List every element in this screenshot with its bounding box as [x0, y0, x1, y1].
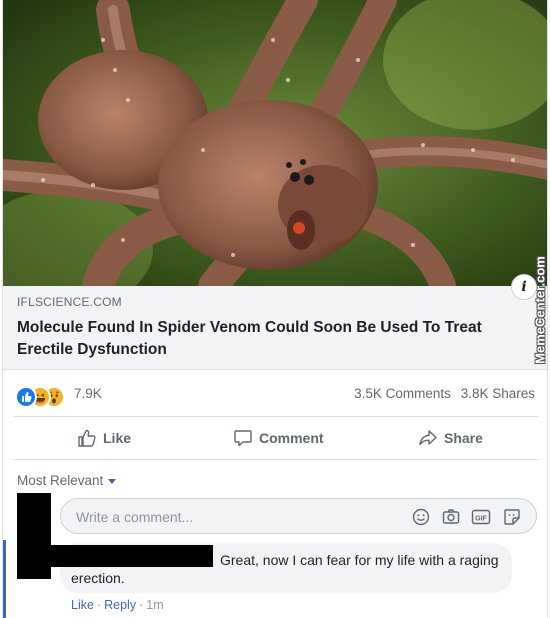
comment-input[interactable] — [74, 506, 398, 528]
sort-label: Most Relevant — [17, 473, 104, 488]
comment-text: Great, now I can fear for my life with a… — [71, 552, 499, 586]
like-label: Like — [103, 430, 132, 446]
comment-actions: Like · Reply · 1m — [71, 598, 164, 612]
link-headline[interactable]: Molecule Found In Spider Venom Could Soo… — [17, 317, 507, 361]
comment-timestamp[interactable]: 1m — [146, 598, 163, 612]
reactions-bar: 7.9K 3.5K Comments 3.8K Shares — [3, 370, 547, 416]
comment-input-box[interactable]: GIF — [60, 498, 537, 534]
article-image[interactable] — [3, 0, 547, 286]
reply-thread-rail — [3, 540, 6, 618]
action-bar: Like Comment Share — [13, 416, 539, 460]
camera-icon[interactable] — [441, 507, 461, 527]
info-icon[interactable]: i — [511, 274, 537, 300]
link-preview[interactable]: IFLSCIENCE.COM Molecule Found In Spider … — [3, 286, 547, 370]
like-button[interactable]: Like — [77, 417, 157, 459]
sticker-icon[interactable] — [502, 507, 522, 527]
gif-label: GIF — [475, 515, 487, 522]
engagement-counts: 3.5K Comments 3.8K Shares — [348, 386, 535, 401]
spider-photo — [3, 0, 547, 286]
caret-down-icon — [108, 478, 117, 484]
gif-icon[interactable]: GIF — [471, 507, 491, 527]
like-icon — [15, 386, 37, 408]
link-domain: IFLSCIENCE.COM — [17, 295, 122, 309]
comment-sort-dropdown[interactable]: Most Relevant — [17, 473, 117, 488]
share-button[interactable]: Share — [418, 417, 508, 459]
comment-like-link[interactable]: Like — [71, 598, 94, 612]
emoji-icon[interactable] — [411, 507, 431, 527]
comments-count[interactable]: 3.5K Comments — [354, 386, 451, 401]
shares-count[interactable]: 3.8K Shares — [461, 386, 535, 401]
comment-label: Comment — [259, 430, 324, 446]
share-label: Share — [444, 430, 483, 446]
comment-reply-link[interactable]: Reply — [104, 598, 136, 612]
watermark-text: MemeCenter.com — [532, 256, 548, 364]
reaction-count[interactable]: 7.9K — [74, 386, 102, 401]
comment-button[interactable]: Comment — [233, 417, 343, 459]
post-card: MemeCenter.com i IFLSCIENCE.COM Molecule… — [2, 0, 548, 618]
comment-icon — [234, 430, 252, 447]
thumbs-up-icon — [78, 429, 96, 447]
watermark: MemeCenter.com — [531, 250, 548, 370]
share-icon — [419, 430, 437, 446]
